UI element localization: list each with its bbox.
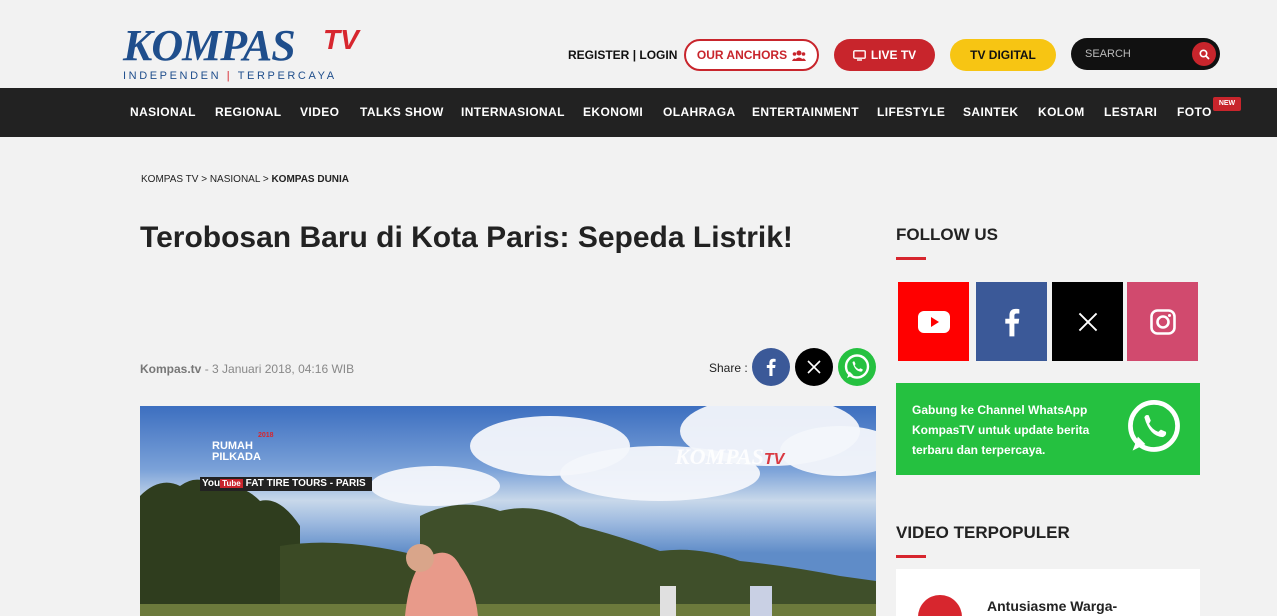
- facebook-follow-button[interactable]: [976, 282, 1047, 361]
- article-video[interactable]: 2018 RUMAH PILKADA You Tube FAT TIRE TOURS…: [140, 406, 876, 616]
- badge-line2: PILKADA: [212, 451, 261, 463]
- our-anchors-label: OUR ANCHORS: [696, 48, 788, 62]
- article-meta: Kompas.tv - 3 Januari 2018, 04:16 WIB: [140, 362, 354, 376]
- live-tv-label: LIVE TV: [870, 48, 917, 62]
- youtube-caption: You Tube FAT TIRE TOURS - PARIS: [200, 477, 372, 491]
- youtube-follow-button[interactable]: [898, 282, 969, 361]
- video-terpopuler-underline: [896, 555, 926, 558]
- register-link[interactable]: REGISTER: [568, 48, 629, 62]
- main-nav: NASIONAL REGIONAL VIDEO TALKS SHOW INTER…: [0, 88, 1277, 137]
- youtube-caption-text: FAT TIRE TOURS - PARIS: [245, 478, 366, 489]
- site-header: KOMPAS TV INDEPENDEN | TERPERCAYA REGIST…: [0, 0, 1277, 88]
- article-source[interactable]: Kompas.tv: [140, 362, 201, 376]
- follow-us-underline: [896, 257, 926, 260]
- breadcrumb-sep: >: [201, 174, 208, 185]
- youtube-icon: [917, 310, 950, 333]
- whatsapp-channel-banner[interactable]: Gabung ke Channel WhatsApp KompasTV untu…: [896, 383, 1200, 475]
- watermark-main: KOMPAS: [675, 444, 764, 469]
- popular-video-title: Antusiasme Warga-: [987, 598, 1118, 614]
- breadcrumb-sep: >: [262, 174, 269, 185]
- auth-separator: |: [632, 48, 637, 62]
- live-tv-button[interactable]: LIVE TV: [834, 39, 935, 71]
- video-watermark: KOMPASTV: [675, 444, 784, 470]
- nav-ekonomi[interactable]: EKONOMI: [583, 88, 643, 137]
- auth-links: REGISTER | LOGIN: [568, 48, 677, 62]
- share-label: Share :: [709, 361, 748, 375]
- nav-foto[interactable]: FOTO: [1177, 88, 1212, 137]
- popular-video-item[interactable]: Antusiasme Warga-: [896, 569, 1200, 616]
- tagline-right: TERPERCAYA: [237, 70, 337, 82]
- nav-lifestyle[interactable]: LIFESTYLE: [877, 88, 945, 137]
- article-date: - 3 Januari 2018, 04:16 WIB: [201, 362, 355, 376]
- x-icon: [807, 360, 821, 374]
- search-box: [1071, 38, 1220, 70]
- facebook-icon: [766, 358, 776, 376]
- share-whatsapp-button[interactable]: [838, 348, 876, 386]
- facebook-icon: [1004, 308, 1019, 336]
- breadcrumb: KOMPAS TV > NASIONAL > KOMPAS DUNIA: [141, 174, 349, 185]
- tagline-separator: |: [226, 70, 233, 82]
- article-title: Terobosan Baru di Kota Paris: Sepeda Lis…: [140, 221, 793, 254]
- share-x-button[interactable]: [795, 348, 833, 386]
- rumah-pilkada-badge: 2018 RUMAH PILKADA: [212, 430, 274, 463]
- nav-lestari[interactable]: LESTARI: [1104, 88, 1157, 137]
- nav-olahraga[interactable]: OLAHRAGA: [663, 88, 736, 137]
- x-icon: [1078, 312, 1097, 331]
- tv-digital-label: TV DIGITAL: [970, 48, 1036, 62]
- tv-icon: [852, 49, 866, 61]
- new-badge: NEW: [1213, 97, 1241, 111]
- watermark-tv: TV: [763, 451, 785, 468]
- logo-tv-mark: TV: [323, 24, 359, 55]
- tagline-left: INDEPENDEN: [123, 70, 222, 82]
- our-anchors-button[interactable]: OUR ANCHORS: [684, 39, 819, 71]
- badge-year: 2018: [258, 432, 274, 439]
- nav-kolom[interactable]: KOLOM: [1038, 88, 1085, 137]
- kompastv-logo[interactable]: KOMPAS TV INDEPENDEN | TERPERCAYA: [123, 21, 359, 83]
- breadcrumb-current[interactable]: KOMPAS DUNIA: [271, 174, 349, 185]
- users-icon: [792, 50, 807, 61]
- instagram-icon: [1149, 308, 1176, 335]
- login-link[interactable]: LOGIN: [639, 48, 677, 62]
- nav-internasional[interactable]: INTERNASIONAL: [461, 88, 565, 137]
- nav-entertainment[interactable]: ENTERTAINMENT: [752, 88, 859, 137]
- whatsapp-icon: [1128, 400, 1180, 452]
- nav-talks-show[interactable]: TALKS SHOW: [360, 88, 444, 137]
- logo-wordmark: KOMPAS: [123, 21, 296, 70]
- youtube-logo-icon: Tube: [220, 479, 243, 488]
- instagram-follow-button[interactable]: [1127, 282, 1198, 361]
- breadcrumb-section[interactable]: NASIONAL: [210, 174, 260, 185]
- x-follow-button[interactable]: [1052, 282, 1123, 361]
- follow-us-title: FOLLOW US: [896, 225, 998, 244]
- share-facebook-button[interactable]: [752, 348, 790, 386]
- nav-video[interactable]: VIDEO: [300, 88, 339, 137]
- search-input[interactable]: [1085, 46, 1185, 62]
- whatsapp-icon: [844, 354, 870, 379]
- nav-saintek[interactable]: SAINTEK: [963, 88, 1018, 137]
- search-button[interactable]: [1192, 42, 1216, 66]
- video-terpopuler-title: VIDEO TERPOPULER: [896, 523, 1070, 542]
- nav-regional[interactable]: REGIONAL: [215, 88, 282, 137]
- search-icon: [1198, 48, 1210, 60]
- breadcrumb-home[interactable]: KOMPAS TV: [141, 174, 198, 185]
- popular-rank-badge: [918, 595, 962, 616]
- youtube-you: You: [202, 478, 221, 489]
- nav-nasional[interactable]: NASIONAL: [130, 88, 196, 137]
- logo-tagline: INDEPENDEN | TERPERCAYA: [123, 70, 337, 82]
- whatsapp-banner-text: Gabung ke Channel WhatsApp KompasTV untu…: [912, 403, 1090, 457]
- tv-digital-button[interactable]: TV DIGITAL: [950, 39, 1056, 71]
